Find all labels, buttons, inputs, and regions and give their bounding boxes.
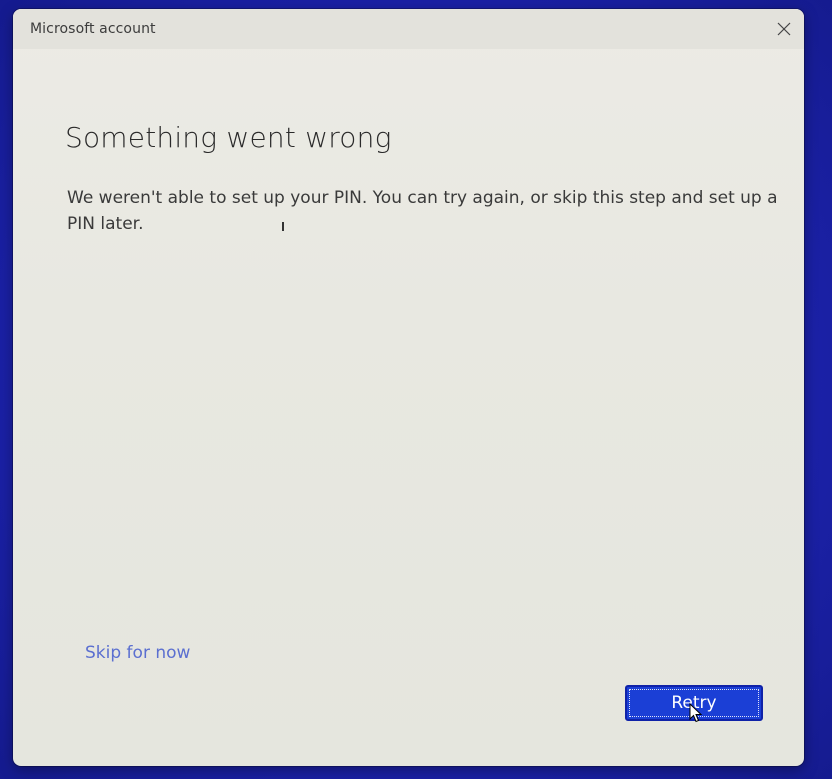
- title-bar: Microsoft account: [13, 9, 804, 49]
- close-button[interactable]: [768, 15, 800, 43]
- close-icon: [777, 22, 791, 36]
- error-message: We weren't able to set up your PIN. You …: [67, 188, 778, 234]
- text-caret: [282, 222, 284, 231]
- skip-for-now-link[interactable]: Skip for now: [85, 643, 190, 663]
- window-title: Microsoft account: [30, 21, 156, 37]
- retry-button[interactable]: Retry: [625, 685, 763, 721]
- retry-button-label: Retry: [671, 693, 717, 713]
- microsoft-account-dialog: Microsoft account Something went wrong W…: [13, 9, 804, 766]
- page-title: Something went wrong: [65, 121, 392, 154]
